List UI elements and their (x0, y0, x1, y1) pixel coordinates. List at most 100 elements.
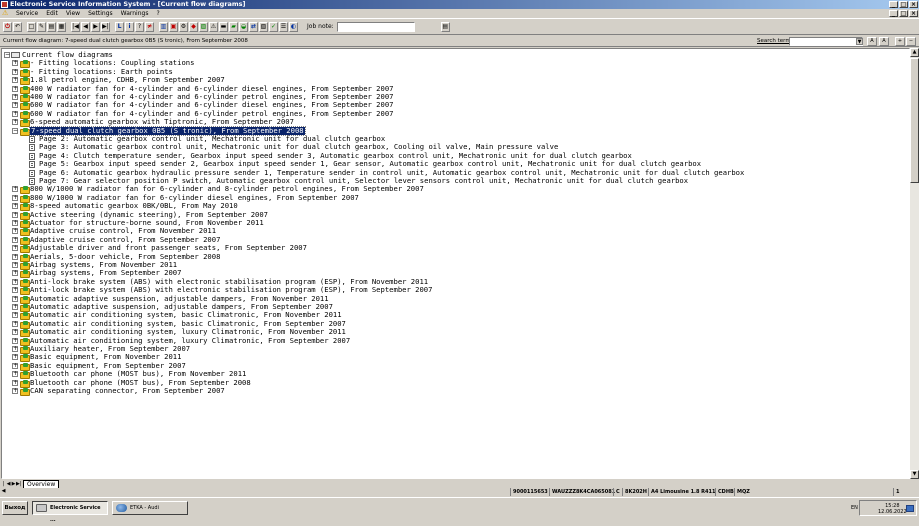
menu-warnings[interactable]: Warnings (117, 9, 153, 18)
expand-icon[interactable]: + (12, 194, 18, 201)
tab-overview[interactable]: Overview (23, 480, 60, 488)
back-icon[interactable]: ↶ (13, 21, 22, 32)
expand-icon[interactable]: + (12, 186, 18, 193)
expand-icon[interactable]: + (12, 354, 18, 361)
zoom-icon[interactable]: L (115, 21, 124, 32)
start-button[interactable]: Выход (2, 501, 28, 515)
mdi-restore-button[interactable]: □ (899, 10, 908, 17)
tools-icon[interactable]: ⚙ (179, 21, 188, 32)
last-icon[interactable]: ▶| (101, 21, 110, 32)
menu-view[interactable]: View (62, 9, 84, 18)
car-icon[interactable]: ◒ (239, 21, 248, 32)
expand-icon[interactable]: + (12, 119, 18, 126)
expand-icon[interactable]: + (12, 337, 18, 344)
window-title: Electronic Service Information System - … (10, 0, 246, 8)
expand-icon[interactable]: + (12, 379, 18, 386)
expand-icon[interactable]: + (12, 85, 18, 92)
document-icon[interactable]: ▧ (259, 21, 268, 32)
menu-help[interactable]: ? (152, 9, 163, 18)
clock[interactable]: 15:28 12.06.2022 (878, 503, 907, 515)
collapse-icon[interactable]: − (12, 127, 18, 134)
job-note-input[interactable] (336, 21, 415, 32)
language-indicator[interactable]: EN (851, 505, 858, 511)
expand-icon[interactable]: + (12, 203, 18, 210)
expand-icon[interactable]: + (12, 346, 18, 352)
scroll-down-icon[interactable]: ▼ (910, 470, 919, 479)
scroll-up-icon[interactable]: ▲ (910, 48, 919, 57)
info-icon[interactable]: i (125, 21, 134, 32)
search-input[interactable] (789, 37, 863, 46)
expand-icon[interactable]: + (12, 228, 18, 235)
expand-icon[interactable]: + (12, 262, 18, 268)
catalog-icon[interactable]: ▨ (199, 21, 208, 32)
expand-icon[interactable]: + (12, 220, 18, 226)
menu-settings[interactable]: Settings (84, 9, 117, 18)
task-etka[interactable]: ETKA - Audi (112, 501, 188, 515)
expand-icon[interactable]: + (12, 320, 18, 327)
notes-icon[interactable]: ☰ (279, 21, 288, 32)
diagram-icon[interactable]: ▥ (159, 21, 168, 32)
folder-icon (20, 362, 30, 371)
tab-last-icon[interactable]: ▶| (16, 481, 22, 488)
expand-icon[interactable]: + (12, 211, 18, 218)
warning-toolbar-icon[interactable]: ⚠ (209, 21, 218, 32)
expand-icon[interactable]: + (12, 278, 18, 285)
expand-icon[interactable]: + (12, 329, 18, 336)
vehicle-icon[interactable]: ▰ (229, 21, 238, 32)
expand-icon[interactable]: + (12, 287, 18, 294)
tree-scrollbar[interactable]: ▲ ▼ (910, 48, 919, 479)
globe-icon[interactable]: ◐ (289, 21, 298, 32)
help-icon[interactable]: ? (135, 21, 144, 32)
search-next-icon[interactable]: A (879, 37, 889, 46)
collapse-root-icon[interactable]: − (4, 52, 10, 58)
link-icon[interactable]: ⇄ (249, 21, 258, 32)
minimize-button[interactable]: _ (889, 1, 898, 8)
service-icon[interactable]: ◆ (189, 21, 198, 32)
expand-icon[interactable]: + (12, 362, 18, 369)
expand-icon[interactable]: + (12, 68, 18, 75)
expand-icon[interactable]: + (12, 388, 18, 394)
task-label: Electronic Service ... (50, 505, 101, 523)
compare-icon[interactable]: ≠ (145, 21, 154, 32)
expand-icon[interactable]: + (895, 37, 905, 46)
expand-icon[interactable]: + (12, 371, 18, 378)
notification-icon[interactable] (906, 505, 914, 512)
expand-icon[interactable]: + (12, 102, 18, 109)
expand-icon[interactable]: + (12, 77, 18, 84)
expand-icon[interactable]: + (12, 253, 18, 260)
workshop-icon[interactable]: ▣ (169, 21, 178, 32)
search-icon[interactable]: A (867, 37, 877, 46)
expand-icon[interactable]: + (12, 245, 18, 252)
expand-icon[interactable]: + (12, 312, 18, 319)
folder-icon (20, 85, 30, 94)
print-icon[interactable]: ▦ (57, 21, 66, 32)
first-icon[interactable]: |◀ (71, 21, 80, 32)
expand-icon[interactable]: + (12, 304, 18, 310)
expand-icon[interactable]: + (12, 60, 18, 67)
job-note-open-icon[interactable]: ▤ (440, 21, 450, 32)
close-button[interactable]: × (909, 1, 918, 8)
next-icon[interactable]: ▶ (91, 21, 100, 32)
mdi-minimize-button[interactable]: _ (889, 10, 898, 17)
task-electronic-service[interactable]: Electronic Service ... (32, 501, 108, 523)
save-icon[interactable]: ▬ (219, 21, 228, 32)
search-dropdown-icon[interactable]: ▼ (856, 38, 863, 45)
scroll-thumb[interactable] (910, 58, 919, 183)
wrench-icon[interactable]: ✓ (269, 21, 278, 32)
edit-icon[interactable]: ✎ (37, 21, 46, 32)
exit-icon[interactable]: ⏻ (3, 21, 12, 32)
flow-diagram-tree[interactable]: − Current flow diagrams + - Fitting locat… (1, 48, 910, 479)
menu-service[interactable]: Service (12, 9, 42, 18)
expand-icon[interactable]: + (12, 270, 18, 277)
expand-icon[interactable]: + (12, 110, 18, 117)
new-icon[interactable]: □ (27, 21, 36, 32)
prev-icon[interactable]: ◀ (81, 21, 90, 32)
open-icon[interactable]: ▤ (47, 21, 56, 32)
expand-icon[interactable]: + (12, 295, 18, 302)
expand-icon[interactable]: + (12, 236, 18, 243)
mdi-close-button[interactable]: × (909, 10, 918, 17)
collapse-icon[interactable]: − (906, 37, 916, 46)
expand-icon[interactable]: + (12, 94, 18, 100)
maximize-button[interactable]: □ (899, 1, 908, 8)
menu-edit[interactable]: Edit (42, 9, 62, 18)
